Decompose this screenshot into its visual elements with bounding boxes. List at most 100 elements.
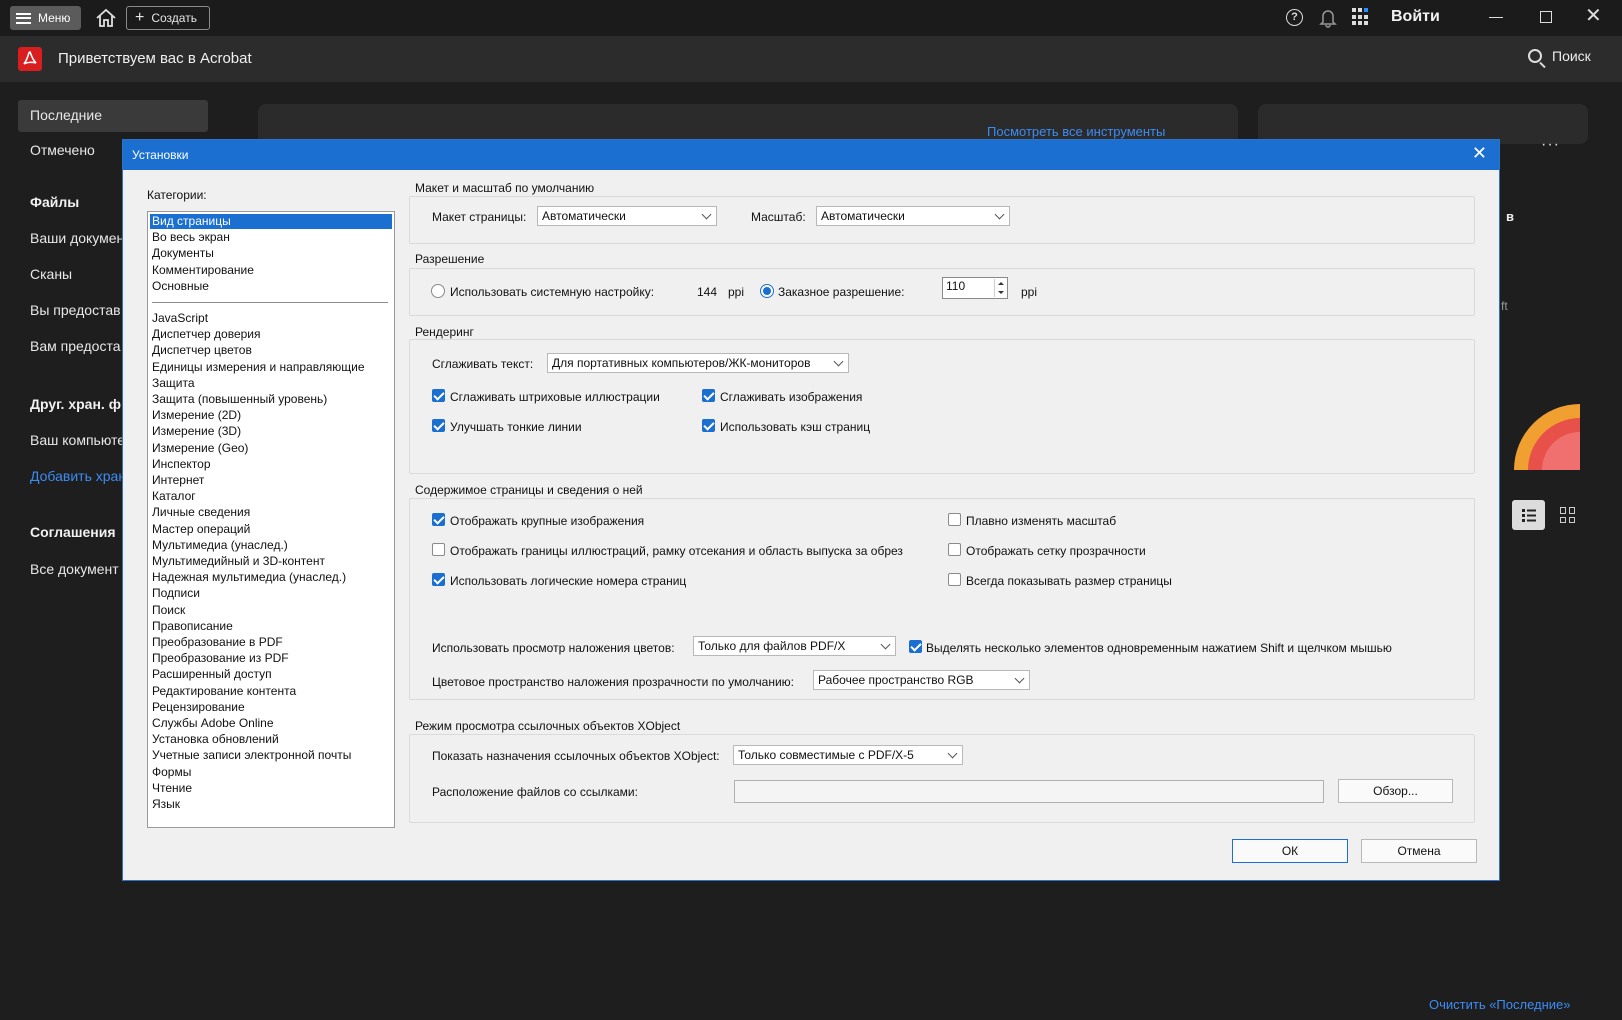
category-item[interactable]: Инспектор bbox=[150, 457, 392, 472]
category-item[interactable]: Измерение (Geo) bbox=[150, 441, 392, 456]
category-item[interactable]: Подписи bbox=[150, 586, 392, 601]
grid-view-icon[interactable] bbox=[1560, 507, 1576, 523]
transparency-grid-checkbox[interactable] bbox=[948, 543, 961, 556]
dialog-title: Установки bbox=[132, 148, 189, 162]
category-item[interactable]: Мультимедиа (унаслед.) bbox=[150, 538, 392, 553]
system-resolution-radio[interactable] bbox=[431, 284, 445, 298]
category-item[interactable]: Рецензирование bbox=[150, 700, 392, 715]
category-item[interactable]: Измерение (2D) bbox=[150, 408, 392, 423]
help-icon[interactable]: ? bbox=[1286, 9, 1303, 26]
close-icon[interactable]: ✕ bbox=[1585, 6, 1602, 26]
home-icon[interactable] bbox=[94, 8, 118, 28]
category-item[interactable]: Во весь экран bbox=[150, 230, 392, 245]
nav-item-all-documents[interactable]: Все документ bbox=[30, 561, 119, 577]
custom-resolution-radio[interactable] bbox=[760, 284, 774, 298]
category-item[interactable]: Защита (повышенный уровень) bbox=[150, 392, 392, 407]
category-item[interactable]: JavaScript bbox=[150, 311, 392, 326]
system-resolution-value: 144 bbox=[697, 285, 718, 299]
page-layout-select[interactable]: Автоматически bbox=[537, 206, 717, 226]
menu-button[interactable]: Меню bbox=[10, 6, 81, 30]
page-cache-checkbox[interactable] bbox=[702, 419, 715, 432]
category-item[interactable]: Преобразование из PDF bbox=[150, 651, 392, 666]
category-item[interactable]: Документы bbox=[150, 246, 392, 261]
smooth-zoom-checkbox[interactable] bbox=[948, 513, 961, 526]
create-button[interactable]: + Создать bbox=[126, 6, 210, 30]
category-item[interactable]: Каталог bbox=[150, 489, 392, 504]
shift-select-checkbox[interactable] bbox=[909, 640, 922, 653]
overprint-select[interactable]: Только для файлов PDF/X bbox=[693, 636, 896, 656]
see-all-tools-link[interactable]: Посмотреть все инструменты bbox=[987, 124, 1165, 139]
category-item[interactable]: Учетные записи электронной почты bbox=[150, 748, 392, 763]
bell-icon[interactable] bbox=[1319, 8, 1337, 28]
nav-item-your-documents[interactable]: Ваши докумен bbox=[30, 230, 124, 246]
xobject-targets-select[interactable]: Только совместимые с PDF/X-5 bbox=[733, 745, 963, 765]
category-item[interactable]: Редактирование контента bbox=[150, 684, 392, 699]
xobject-targets-label: Показать назначения ссылочных объектов X… bbox=[432, 749, 720, 763]
spin-down-icon[interactable] bbox=[994, 288, 1006, 297]
categories-list[interactable]: Вид страницы Во весь экран Документы Коммен… bbox=[147, 211, 395, 828]
clear-recent-link[interactable]: Очистить «Последние» bbox=[1429, 997, 1571, 1012]
category-item[interactable]: Измерение (3D) bbox=[150, 424, 392, 439]
list-view-button[interactable] bbox=[1512, 500, 1545, 530]
category-item[interactable]: Формы bbox=[150, 765, 392, 780]
signin-button[interactable]: Войти bbox=[1391, 8, 1440, 26]
browse-button[interactable]: Обзор... bbox=[1338, 779, 1453, 803]
custom-resolution-unit: ppi bbox=[1021, 285, 1038, 299]
category-item[interactable]: Интернет bbox=[150, 473, 392, 488]
system-resolution-unit: ppi bbox=[728, 285, 745, 299]
logical-page-numbers-checkbox[interactable] bbox=[432, 573, 445, 586]
category-item[interactable]: Диспетчер доверия bbox=[150, 327, 392, 342]
category-item[interactable]: Единицы измерения и направляющие bbox=[150, 360, 392, 375]
more-options-icon[interactable]: ··· bbox=[1541, 136, 1560, 154]
minimize-icon[interactable] bbox=[1489, 17, 1503, 18]
category-item[interactable]: Вид страницы bbox=[150, 214, 392, 229]
linked-files-path-input[interactable] bbox=[734, 780, 1324, 803]
art-boxes-checkbox[interactable] bbox=[432, 543, 445, 556]
spin-up-icon[interactable] bbox=[994, 279, 1006, 288]
large-images-checkbox[interactable] bbox=[432, 513, 445, 526]
category-item[interactable]: Комментирование bbox=[150, 263, 392, 278]
enhance-thin-lines-checkbox[interactable] bbox=[432, 419, 445, 432]
page-size-checkbox[interactable] bbox=[948, 573, 961, 586]
right-panel bbox=[1258, 104, 1588, 144]
category-item[interactable]: Установка обновлений bbox=[150, 732, 392, 747]
search-button[interactable]: Поиск bbox=[1528, 48, 1591, 64]
smooth-text-select[interactable]: Для портативных компьютеров/ЖК-мониторов bbox=[547, 353, 849, 373]
cancel-button[interactable]: Отмена bbox=[1361, 839, 1477, 863]
category-item[interactable]: Защита bbox=[150, 376, 392, 391]
category-item[interactable]: Правописание bbox=[150, 619, 392, 634]
category-item[interactable]: Поиск bbox=[150, 603, 392, 618]
nav-item-shared-by-you[interactable]: Вы предостав bbox=[30, 302, 121, 318]
smooth-zoom-label: Плавно изменять масштаб bbox=[966, 514, 1117, 528]
custom-resolution-input[interactable]: 110 bbox=[942, 277, 1008, 299]
categories-separator bbox=[152, 302, 388, 303]
nav-item-scans[interactable]: Сканы bbox=[30, 266, 72, 282]
smooth-images-checkbox[interactable] bbox=[702, 389, 715, 402]
nav-item-your-computer[interactable]: Ваш компьюте bbox=[30, 432, 125, 448]
category-item[interactable]: Мастер операций bbox=[150, 522, 392, 537]
apps-icon[interactable] bbox=[1352, 8, 1370, 26]
category-item[interactable]: Основные bbox=[150, 279, 392, 294]
resolution-group-title: Разрешение bbox=[415, 252, 485, 266]
category-item[interactable]: Мультимедийный и 3D-контент bbox=[150, 554, 392, 569]
smooth-line-art-label: Сглаживать штриховые иллюстрации bbox=[450, 390, 660, 404]
nav-item-shared-with-you[interactable]: Вам предоста bbox=[30, 338, 120, 354]
maximize-icon[interactable] bbox=[1540, 11, 1552, 23]
category-item[interactable]: Расширенный доступ bbox=[150, 667, 392, 682]
smooth-text-label: Сглаживать текст: bbox=[432, 357, 534, 371]
category-item[interactable]: Личные сведения bbox=[150, 505, 392, 520]
category-item[interactable]: Службы Adobe Online bbox=[150, 716, 392, 731]
blend-space-select[interactable]: Рабочее пространство RGB bbox=[813, 670, 1030, 690]
category-item[interactable]: Диспетчер цветов bbox=[150, 343, 392, 358]
zoom-select[interactable]: Автоматически bbox=[816, 206, 1010, 226]
category-item[interactable]: Чтение bbox=[150, 781, 392, 796]
category-item[interactable]: Преобразование в PDF bbox=[150, 635, 392, 650]
category-item[interactable]: Язык bbox=[150, 797, 392, 812]
overprint-value: Только для файлов PDF/X bbox=[698, 639, 846, 653]
ok-button[interactable]: ОК bbox=[1232, 839, 1348, 863]
nav-add-storage-link[interactable]: Добавить хран bbox=[30, 468, 126, 484]
category-item[interactable]: Надежная мультимедиа (унаслед.) bbox=[150, 570, 392, 585]
dialog-close-icon[interactable]: ✕ bbox=[1472, 144, 1487, 162]
nav-item-starred[interactable]: Отмечено bbox=[30, 142, 95, 158]
smooth-line-art-checkbox[interactable] bbox=[432, 389, 445, 402]
